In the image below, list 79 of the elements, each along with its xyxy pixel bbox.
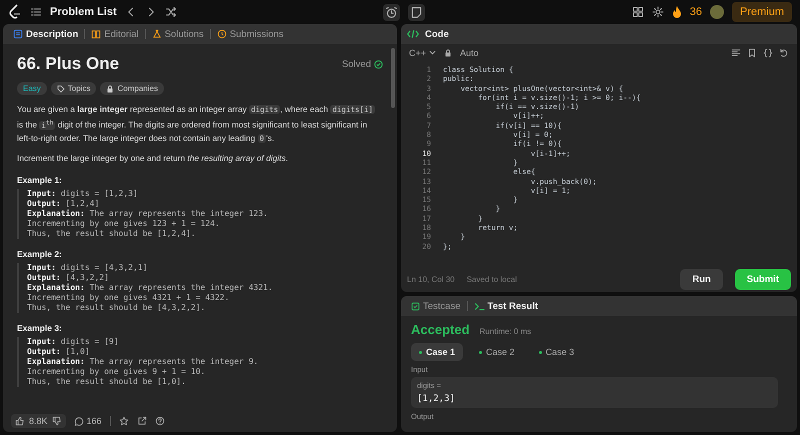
like-button[interactable]: 8.8K bbox=[11, 414, 66, 428]
code-icon bbox=[407, 29, 419, 39]
comment-icon[interactable] bbox=[74, 416, 84, 426]
problem-list-link[interactable]: Problem List bbox=[50, 6, 117, 18]
example-line: Input: digits = [1,2,3] bbox=[27, 188, 139, 198]
panel-tab[interactable]: Editorial bbox=[87, 26, 143, 42]
example-line: Explanation: The array represents the integer 4321. bbox=[27, 282, 274, 292]
case-tab[interactable]: Case 3 bbox=[530, 343, 582, 361]
check-circle-icon bbox=[374, 60, 383, 68]
streak-count: 36 bbox=[690, 6, 702, 18]
terminal-icon bbox=[474, 302, 484, 310]
cursor-position: Ln 10, Col 30 bbox=[407, 274, 455, 284]
grid-icon[interactable] bbox=[632, 6, 644, 18]
case-tab[interactable]: Case 1 bbox=[411, 343, 464, 361]
solved-label: Solved bbox=[342, 58, 371, 70]
example-line: Thus, the result should be [4,3,2,2]. bbox=[27, 302, 206, 312]
example-line: Explanation: The array represents the integer 123. bbox=[27, 208, 269, 218]
example-title: Example 1: bbox=[17, 174, 63, 184]
braces-icon[interactable] bbox=[763, 48, 773, 58]
example-line: Incrementing by one gives 4321 + 1 = 4322. bbox=[27, 292, 230, 302]
language-select[interactable]: C++ bbox=[409, 48, 426, 58]
panel-tab[interactable]: Test Result bbox=[470, 298, 542, 314]
list-icon[interactable] bbox=[30, 6, 42, 18]
star-icon[interactable] bbox=[118, 416, 129, 426]
tag-button[interactable]: Companies bbox=[100, 82, 164, 95]
parameter-value: [1,2,3] bbox=[417, 394, 456, 404]
flask-icon bbox=[152, 29, 162, 39]
problem-description: Increment the large integer by one and return the resulting array of digits. bbox=[17, 152, 289, 164]
example-line: Thus, the result should be [1,0]. bbox=[27, 376, 187, 386]
save-status: Saved to local bbox=[466, 274, 517, 284]
lock-icon bbox=[444, 48, 452, 56]
chevron-down-icon[interactable] bbox=[429, 50, 436, 55]
lock-icon bbox=[106, 84, 114, 92]
alarm-clock-icon[interactable] bbox=[385, 6, 398, 18]
scrollbar[interactable] bbox=[391, 48, 395, 108]
tag-button[interactable]: Topics bbox=[50, 82, 96, 95]
history-icon bbox=[216, 29, 227, 39]
checkbox-icon bbox=[411, 302, 420, 310]
flame-icon bbox=[672, 6, 682, 18]
thumbs-down-icon[interactable] bbox=[52, 416, 62, 426]
reset-icon[interactable] bbox=[779, 48, 789, 58]
example-title: Example 3: bbox=[17, 322, 63, 332]
logo-icon[interactable] bbox=[8, 4, 22, 20]
example-line: Incrementing by one gives 123 + 1 = 124. bbox=[27, 218, 221, 228]
note-icon[interactable] bbox=[410, 6, 424, 18]
case-tab[interactable]: Case 2 bbox=[471, 343, 523, 361]
format-icon[interactable] bbox=[731, 48, 741, 58]
example-line: Explanation: The array represents the integer 9. bbox=[27, 356, 260, 366]
example-line: Input: digits = [4,3,2,1] bbox=[27, 262, 148, 272]
example-line: Incrementing by one gives 9 + 1 = 10. bbox=[27, 366, 206, 376]
difficulty-tag: Easy bbox=[17, 82, 47, 95]
verdict-label: Accepted bbox=[411, 322, 470, 337]
panel-tab[interactable]: Solutions bbox=[148, 26, 208, 42]
example-title: Example 2: bbox=[17, 248, 63, 258]
panel-tab[interactable]: Description bbox=[9, 26, 82, 42]
problem-title: 66. Plus One bbox=[17, 54, 120, 74]
example-line: Output: [1,2,4] bbox=[27, 198, 100, 208]
tag-icon bbox=[56, 84, 65, 92]
example-line: Output: [4,3,2,2] bbox=[27, 272, 110, 282]
example-line: Input: digits = [9] bbox=[27, 336, 120, 346]
example-line: Output: [1,0] bbox=[27, 346, 91, 356]
comment-count[interactable]: 166 bbox=[86, 416, 102, 426]
panel-tab[interactable]: Testcase bbox=[407, 298, 464, 314]
panel-tab[interactable]: Submissions bbox=[212, 26, 288, 42]
description-icon bbox=[13, 29, 23, 39]
help-icon[interactable] bbox=[154, 416, 165, 426]
settings-icon[interactable] bbox=[652, 6, 664, 18]
mode-label: Auto bbox=[460, 48, 479, 58]
premium-button[interactable]: Premium bbox=[732, 2, 792, 22]
avatar[interactable] bbox=[710, 5, 724, 19]
example-line: Thus, the result should be [1,2,4]. bbox=[27, 228, 197, 238]
runtime-label: Runtime: 0 ms bbox=[480, 327, 532, 336]
share-icon[interactable] bbox=[136, 416, 147, 426]
shuffle-icon[interactable] bbox=[164, 6, 177, 18]
book-icon bbox=[91, 29, 102, 39]
run-button[interactable]: Run bbox=[680, 268, 723, 290]
bookmark-icon[interactable] bbox=[747, 48, 757, 58]
thumbs-up-icon[interactable] bbox=[15, 416, 25, 426]
code-tab-title[interactable]: Code bbox=[421, 26, 453, 42]
